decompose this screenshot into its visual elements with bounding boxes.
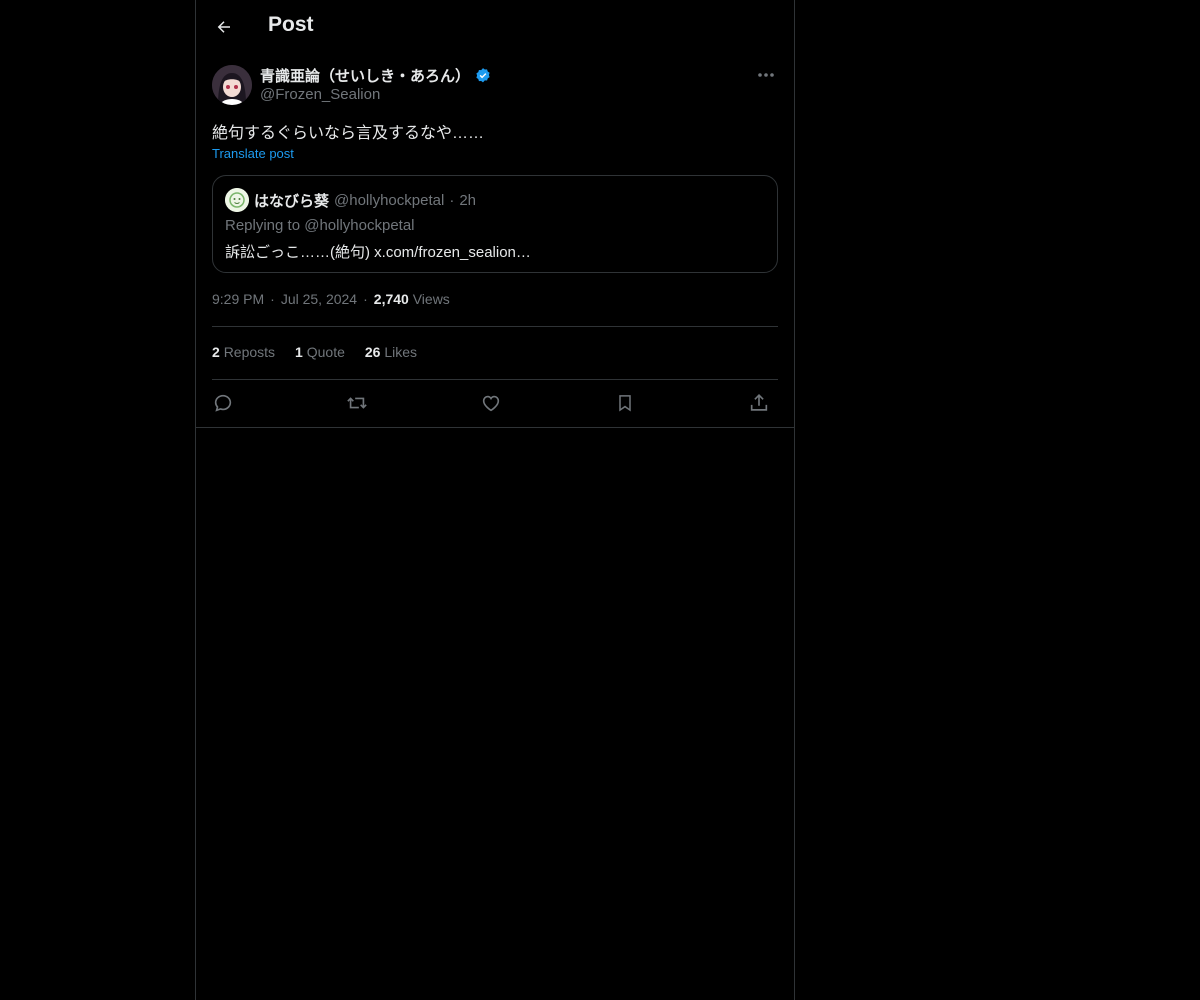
author-handle[interactable]: @Frozen_Sealion	[260, 86, 380, 103]
author-display-name: 青識亜論（せいしき・あろん）	[260, 68, 471, 85]
likes-stat[interactable]: 26 Likes	[365, 344, 417, 360]
post-meta: 9:29 PM · Jul 25, 2024 · 2,740 Views	[212, 291, 450, 307]
more-horizontal-icon	[758, 73, 774, 77]
quoted-replying-to: Replying to @hollyhockpetal	[225, 217, 415, 234]
quoted-author-name[interactable]: はなびら葵	[254, 190, 329, 211]
repost-button[interactable]	[343, 390, 371, 416]
share-button[interactable]	[745, 390, 773, 416]
quoted-post[interactable]: はなびら葵 @hollyhockpetal · 2h Replying to @…	[212, 175, 778, 273]
quoted-post-header: はなびら葵 @hollyhockpetal · 2h	[225, 188, 476, 212]
post-text: 絶句するぐらいなら言及するなや……	[212, 125, 485, 142]
quoted-post-text: 訴訟ごっこ……(絶句) x.com/frozen_sealion…	[225, 244, 531, 261]
quoted-post-time[interactable]: 2h	[459, 192, 476, 209]
post-detail-column: Post 青識亜論（せいしき・あろん） @Frozen_Sealion 絶句する…	[195, 0, 795, 1000]
arrow-left-icon	[217, 21, 230, 33]
reposts-stat[interactable]: 2 Reposts	[212, 344, 275, 360]
author-name[interactable]: 青識亜論（せいしき・あろん）	[260, 65, 492, 86]
verified-badge-icon	[476, 67, 490, 82]
like-icon	[482, 395, 500, 412]
post-date[interactable]: Jul 25, 2024	[281, 291, 357, 307]
action-bar	[212, 390, 778, 416]
post-time[interactable]: 9:29 PM	[212, 291, 264, 307]
header-bar: Post	[196, 0, 794, 54]
reply-icon	[214, 394, 232, 412]
divider	[196, 427, 794, 428]
reply-button[interactable]	[209, 390, 237, 416]
repost-icon	[347, 397, 367, 409]
page-title: Post	[268, 13, 314, 36]
more-options-button[interactable]	[754, 65, 778, 85]
back-button[interactable]	[208, 11, 240, 43]
quotes-stat[interactable]: 1 Quote	[295, 344, 345, 360]
views-label: Views	[412, 291, 450, 307]
divider	[212, 379, 778, 380]
author-avatar[interactable]	[212, 65, 252, 105]
divider	[212, 326, 778, 327]
views-count: 2,740	[373, 291, 409, 307]
translate-post-link[interactable]: Translate post	[212, 146, 294, 161]
like-button[interactable]	[477, 390, 505, 416]
engagement-stats: 2 Reposts 1 Quote 26 Likes	[212, 344, 417, 360]
quoted-author-handle[interactable]: @hollyhockpetal	[334, 192, 444, 209]
separator-dot: ·	[449, 191, 455, 209]
bookmark-button[interactable]	[611, 390, 639, 416]
post-author: 青識亜論（せいしき・あろん） @Frozen_Sealion	[212, 65, 778, 107]
bookmark-icon	[619, 395, 631, 412]
quoted-author-avatar[interactable]	[225, 188, 249, 212]
share-icon	[750, 394, 768, 411]
